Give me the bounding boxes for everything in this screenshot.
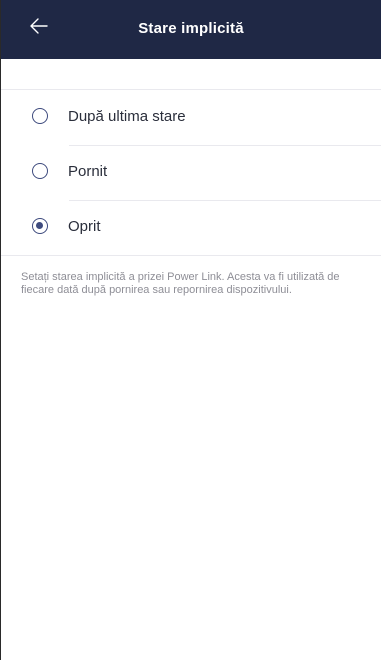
option-off[interactable]: Oprit	[1, 200, 381, 255]
screen: Stare implicită După ultima stare Pornit…	[0, 0, 381, 660]
default-state-options: După ultima stare Pornit Oprit	[1, 89, 381, 256]
option-label: Oprit	[68, 218, 101, 235]
page-title: Stare implicită	[138, 20, 244, 37]
option-label: Pornit	[68, 163, 108, 180]
radio-selected-icon[interactable]	[32, 218, 48, 234]
option-after-last-state[interactable]: După ultima stare	[1, 90, 381, 145]
app-header: Stare implicită	[1, 0, 381, 59]
option-on[interactable]: Pornit	[1, 145, 381, 200]
option-label: După ultima stare	[68, 108, 186, 125]
top-spacer	[1, 59, 381, 89]
radio-icon[interactable]	[32, 163, 48, 179]
description-text: Setați starea implicită a prizei Power L…	[21, 271, 340, 296]
radio-icon[interactable]	[32, 108, 48, 124]
